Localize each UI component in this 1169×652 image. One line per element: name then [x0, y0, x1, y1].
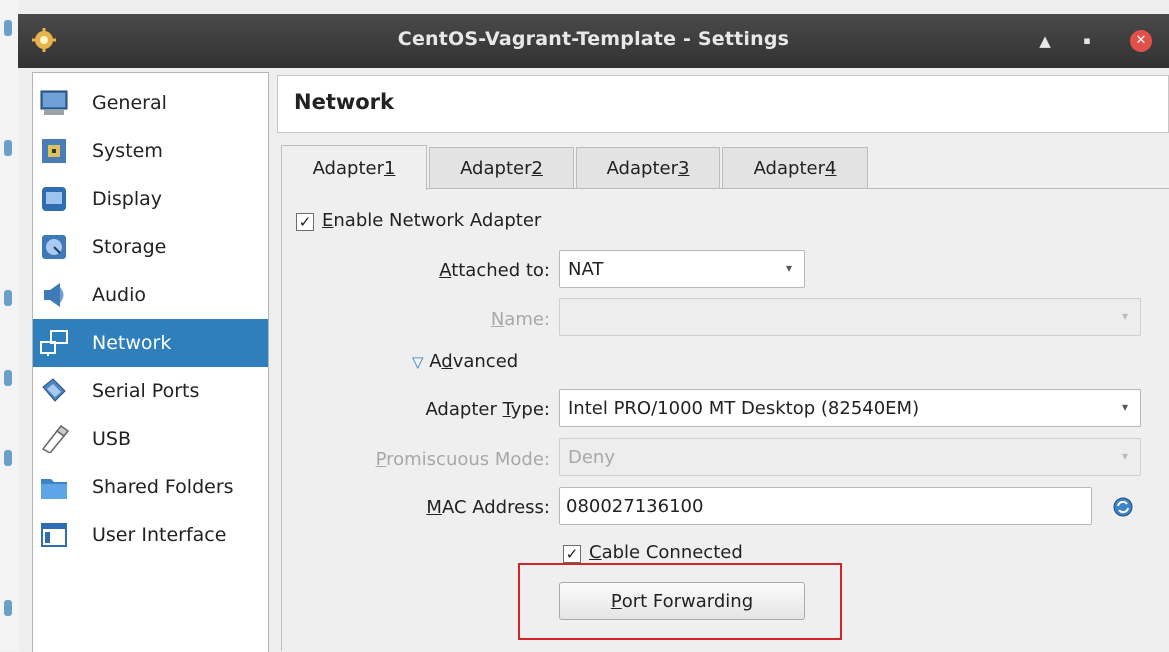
tab-mnemonic: 1: [383, 157, 396, 179]
promiscuous-mode-select[interactable]: Deny ▾: [559, 438, 1141, 476]
cable-connected-checkbox[interactable]: ✓: [563, 545, 581, 563]
label-text: vanced: [452, 351, 519, 372]
sidebar-item-label: USB: [92, 428, 132, 450]
sidebar-item-label: Display: [92, 188, 163, 210]
sidebar-item-serial-ports[interactable]: Serial Ports: [33, 367, 268, 415]
mac-address-label: MAC Address:: [360, 497, 550, 518]
button-mnemonic: P: [610, 590, 622, 612]
name-label: Name:: [400, 309, 550, 330]
attached-to-select[interactable]: NAT ▾: [559, 250, 805, 288]
sidebar-item-label: General: [92, 92, 167, 114]
tab-adapter-1[interactable]: Adapter 1: [281, 145, 427, 190]
monitor-icon: [38, 87, 70, 119]
chip-icon: [38, 135, 70, 167]
speaker-icon: [38, 279, 70, 311]
tab-mnemonic: 4: [824, 157, 837, 179]
sidebar-item-label: Serial Ports: [92, 380, 200, 402]
section-header: Network: [277, 75, 1169, 133]
label-text: ttached to:: [451, 260, 550, 281]
label-text: romiscuous Mode:: [386, 449, 550, 470]
label-mnemonic: T: [502, 399, 511, 420]
attached-to-value: NAT: [568, 258, 604, 280]
network-icon: [38, 327, 70, 359]
window-ui-icon: [38, 519, 70, 551]
button-text: ort Forwarding: [621, 590, 754, 612]
label-mnemonic: d: [441, 351, 453, 372]
sidebar-item-label: System: [92, 140, 163, 162]
desktop-edge: [0, 0, 18, 651]
display-icon: [38, 183, 70, 215]
sidebar-item-system[interactable]: System: [33, 127, 268, 175]
adapter-type-select[interactable]: Intel PRO/1000 MT Desktop (82540EM) ▾: [559, 389, 1141, 427]
label-text: able Connected: [601, 542, 743, 563]
promiscuous-mode-value: Deny: [568, 446, 615, 468]
settings-sidebar: General System Display Storage Audio Net…: [32, 72, 269, 652]
sidebar-item-label: User Interface: [92, 524, 227, 546]
usb-icon: [38, 423, 70, 455]
serial-port-icon: [38, 375, 70, 407]
label-mnemonic: C: [589, 542, 602, 563]
enable-adapter-checkbox[interactable]: ✓: [296, 213, 314, 231]
name-select[interactable]: ▾: [559, 298, 1141, 336]
tab-label: Adapter: [460, 157, 532, 179]
shade-icon[interactable]: ▲: [1034, 30, 1056, 52]
tab-adapter-4[interactable]: Adapter 4: [722, 147, 868, 188]
label-mnemonic: E: [322, 210, 334, 231]
chevron-down-icon: ▾: [785, 261, 792, 275]
chevron-down-icon: ▾: [1121, 309, 1128, 323]
folder-icon: [38, 471, 70, 503]
enable-adapter-label[interactable]: Enable Network Adapter: [322, 210, 541, 231]
storage-icon: [38, 231, 70, 263]
tab-label: Adapter: [312, 157, 384, 179]
tab-mnemonic: 2: [531, 157, 543, 179]
page-title: Network: [294, 90, 395, 114]
label-text: AC Address:: [441, 497, 550, 518]
tab-mnemonic: 3: [677, 157, 690, 179]
sidebar-item-display[interactable]: Display: [33, 175, 268, 223]
sidebar-item-user-interface[interactable]: User Interface: [33, 511, 268, 559]
tab-adapter-3[interactable]: Adapter 3: [576, 147, 720, 188]
label-mnemonic: P: [375, 449, 387, 470]
label-mnemonic: A: [439, 260, 452, 281]
label-text: ype:: [510, 399, 550, 420]
minimize-icon[interactable]: ▪: [1076, 30, 1098, 52]
sidebar-item-general[interactable]: General: [33, 79, 268, 127]
sidebar-item-usb[interactable]: USB: [33, 415, 268, 463]
window-titlebar: CentOS-Vagrant-Template - Settings ▲ ▪ ✕: [18, 14, 1169, 68]
label-text: ame:: [504, 309, 550, 330]
sidebar-item-storage[interactable]: Storage: [33, 223, 268, 271]
label-mnemonic: M: [426, 497, 442, 518]
promiscuous-mode-label: Promiscuous Mode:: [320, 449, 550, 470]
tab-adapter-2[interactable]: Adapter 2: [429, 147, 574, 188]
adapter-type-label: Adapter Type:: [330, 399, 550, 420]
sidebar-item-label: Audio: [92, 284, 147, 306]
advanced-toggle[interactable]: ▽ Advanced: [412, 351, 518, 372]
window-title: CentOS-Vagrant-Template - Settings: [397, 28, 790, 50]
sidebar-item-network[interactable]: Network: [33, 319, 268, 367]
chevron-down-icon: ▾: [1121, 400, 1128, 414]
sidebar-item-audio[interactable]: Audio: [33, 271, 268, 319]
triangle-down-icon: ▽: [412, 353, 424, 371]
sidebar-item-label: Shared Folders: [92, 476, 234, 498]
refresh-mac-icon[interactable]: [1112, 496, 1134, 518]
chevron-down-icon: ▾: [1121, 449, 1128, 463]
adapter-type-value: Intel PRO/1000 MT Desktop (82540EM): [568, 397, 920, 419]
label-text: Adapter: [425, 399, 503, 420]
label-text: A: [429, 351, 442, 372]
sidebar-item-label: Network: [92, 332, 172, 354]
tab-label: Adapter: [606, 157, 678, 179]
sidebar-item-label: Storage: [92, 236, 167, 258]
cable-connected-label[interactable]: Cable Connected: [589, 542, 743, 563]
sidebar-item-shared-folders[interactable]: Shared Folders: [33, 463, 268, 511]
tab-panel-border-left: [281, 188, 282, 651]
label-text: nable Network Adapter: [333, 210, 542, 231]
mac-address-field[interactable]: 080027136100: [559, 487, 1092, 525]
label-mnemonic: N: [490, 309, 505, 330]
tab-label: Adapter: [753, 157, 825, 179]
close-icon[interactable]: ✕: [1130, 30, 1152, 52]
attached-to-label: Attached to:: [380, 260, 550, 281]
mac-address-value: 080027136100: [566, 495, 704, 517]
port-forwarding-button[interactable]: Port Forwarding: [559, 582, 805, 620]
